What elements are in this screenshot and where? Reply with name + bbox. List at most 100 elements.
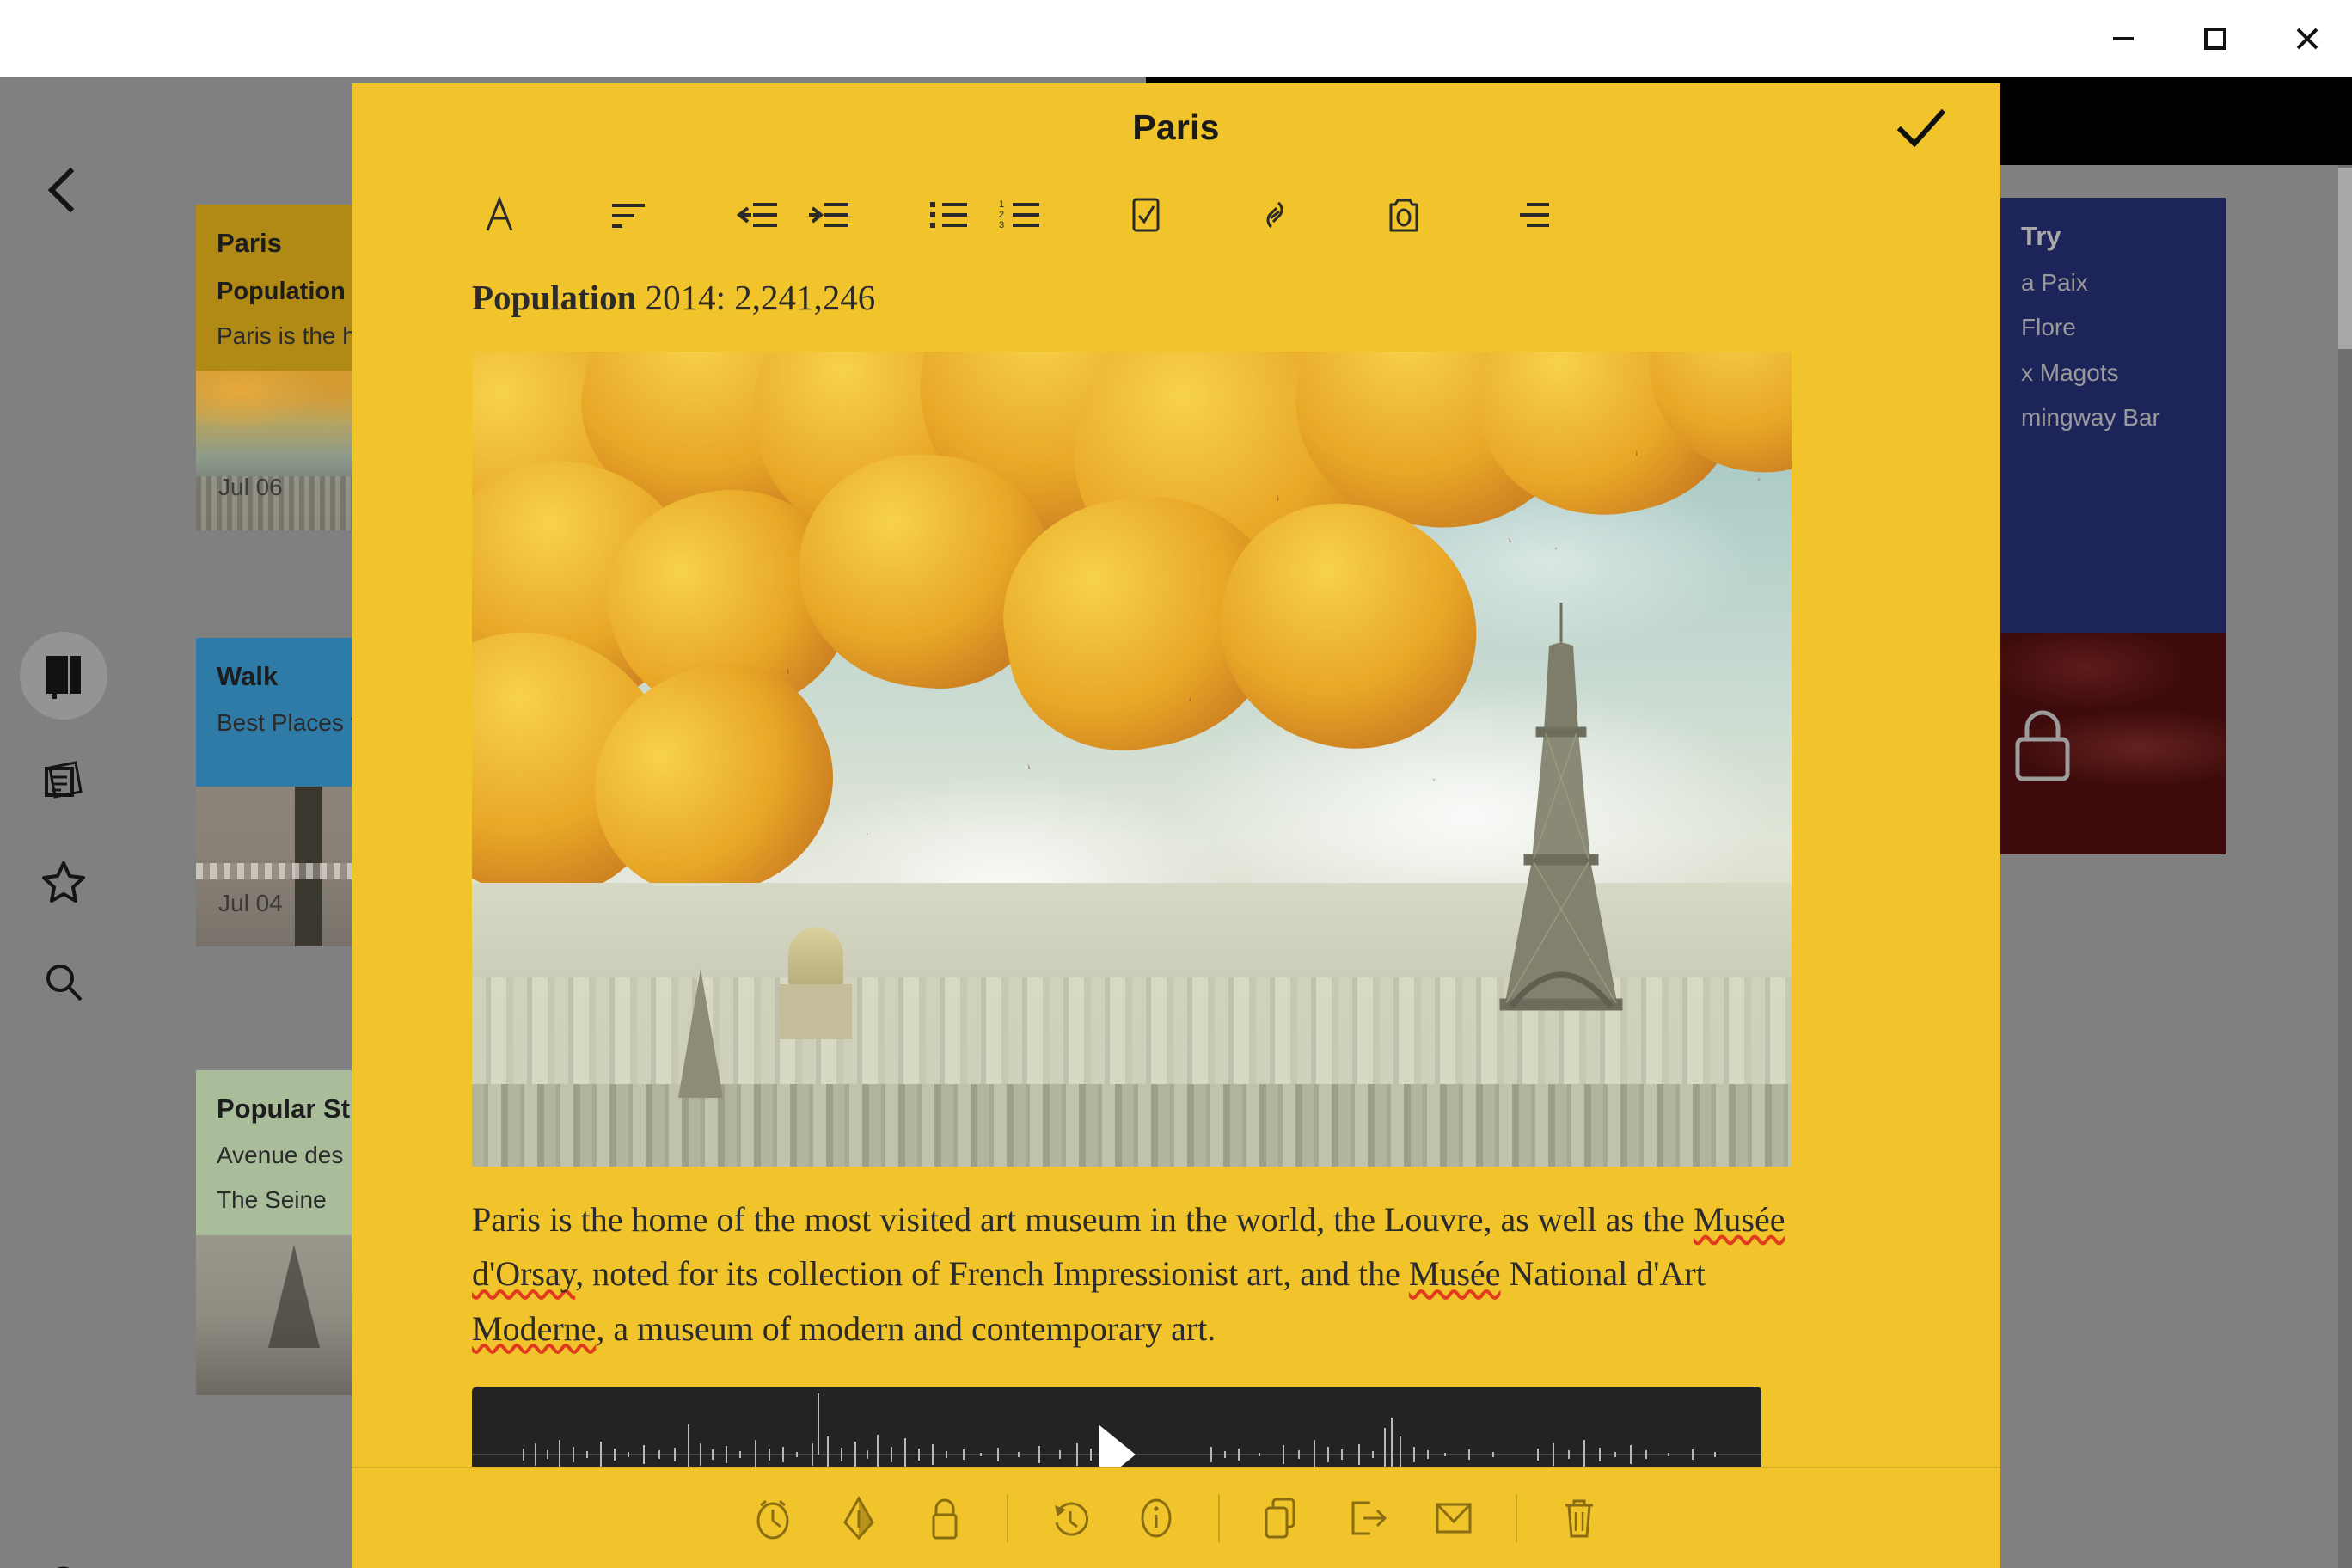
note-card-line-3: x Magots <box>2021 358 2119 386</box>
invalides-dome <box>775 928 857 1040</box>
note-card-date: Jul 04 <box>218 890 283 917</box>
audio-attachment[interactable]: 00:30 <box>472 1386 1761 1467</box>
delete-button[interactable] <box>1536 1478 1622 1559</box>
export-button[interactable] <box>1325 1478 1411 1559</box>
duplicate-icon <box>1265 1498 1295 1539</box>
play-button[interactable] <box>1094 1422 1139 1467</box>
font-icon <box>486 195 513 231</box>
info-button[interactable] <box>1113 1478 1199 1559</box>
close-icon <box>2296 28 2318 50</box>
annotate-button[interactable] <box>816 1478 902 1559</box>
note-card-line-2: Flore <box>2021 314 2076 341</box>
modal-footer-toolbar <box>352 1467 2000 1568</box>
note-paragraph[interactable]: Paris is the home of the most visited ar… <box>472 1192 1792 1356</box>
paragraph-text: Paris is the home of the most visited ar… <box>472 1200 1694 1240</box>
scrollbar-track[interactable] <box>2338 165 2352 1568</box>
sync-icon <box>57 1566 70 1568</box>
numbered-list-icon: 1 2 3 <box>999 199 1039 230</box>
info-icon <box>1141 1498 1172 1538</box>
search-icon <box>46 965 83 1001</box>
chevron-left-icon <box>47 167 75 213</box>
note-card-title: Try <box>2021 221 2061 251</box>
align-right-button[interactable] <box>1505 185 1560 245</box>
svg-text:2: 2 <box>999 210 1004 220</box>
camera-icon <box>1389 199 1418 232</box>
sidebar-item-notebooks[interactable] <box>20 632 107 720</box>
insert-photo-button[interactable] <box>1376 185 1431 245</box>
page-title: Paris <box>1132 107 1220 147</box>
font-style-button[interactable] <box>472 185 527 245</box>
misspelled-word: Musée <box>1408 1254 1501 1294</box>
note-editor-modal: Paris 1 2 3 Population 2014: 2,241,246 P… <box>352 83 2000 1568</box>
sidebar-item-notes[interactable] <box>20 735 107 823</box>
population-value: 2014: 2,241,246 <box>636 278 876 317</box>
paragraph-text: , noted for its collection of French Imp… <box>575 1254 1409 1294</box>
link-icon <box>1266 201 1283 229</box>
modal-header: Paris <box>352 83 2000 172</box>
note-card-line-0: a Paix <box>2021 268 2088 296</box>
bulleted-list-button[interactable] <box>922 185 977 245</box>
note-card-locked[interactable] <box>2000 633 2226 854</box>
close-button[interactable] <box>2262 0 2352 77</box>
population-label: Population <box>472 278 637 317</box>
insert-link-button[interactable] <box>1247 185 1302 245</box>
note-body[interactable]: Population 2014: 2,241,246 Paris is the … <box>352 258 2000 1467</box>
paragraph-text: , a museum of modern and contemporary ar… <box>596 1308 1216 1348</box>
svg-text:3: 3 <box>999 220 1004 230</box>
maximize-button[interactable] <box>2170 0 2260 77</box>
lock-icon <box>932 1498 958 1540</box>
notebook-icon <box>46 656 81 699</box>
duplicate-button[interactable] <box>1239 1478 1325 1559</box>
toolbar-divider <box>1218 1494 1220 1542</box>
email-button[interactable] <box>1411 1478 1497 1559</box>
back-button[interactable] <box>36 163 89 217</box>
misspelled-word: Moderne <box>472 1308 597 1348</box>
paragraph-align-button[interactable] <box>601 185 656 245</box>
checkbox-icon <box>1132 198 1160 232</box>
done-button[interactable] <box>1887 99 1956 157</box>
indent-icon <box>809 203 848 227</box>
history-icon <box>1055 1502 1089 1536</box>
notes-stack-icon <box>45 761 83 799</box>
pen-icon <box>843 1495 874 1540</box>
church-spire <box>678 969 723 1099</box>
trash-icon <box>1565 1499 1593 1538</box>
minimize-button[interactable] <box>2078 0 2168 77</box>
note-card-try[interactable]: Try a Paix Flore x Magots mingway Bar <box>2000 198 2226 641</box>
minimize-icon <box>2112 37 2134 40</box>
note-card-line-4: mingway Bar <box>2021 403 2160 431</box>
align-right-icon <box>1520 203 1549 227</box>
history-button[interactable] <box>1027 1478 1113 1559</box>
outdent-icon <box>736 203 777 227</box>
population-line: Population 2014: 2,241,246 <box>472 277 1897 319</box>
alarm-clock-icon <box>756 1499 789 1540</box>
toolbar-divider <box>1516 1494 1517 1542</box>
note-card-date: Jul 06 <box>218 474 283 501</box>
sync-button[interactable] <box>24 1543 103 1568</box>
lock-note-button[interactable] <box>902 1478 988 1559</box>
paragraph-text: National d'Art <box>1500 1254 1706 1294</box>
align-left-icon <box>612 204 645 228</box>
toolbar-divider <box>1007 1494 1008 1542</box>
numbered-list-button[interactable]: 1 2 3 <box>993 185 1048 245</box>
outdent-button[interactable] <box>730 185 785 245</box>
window-titlebar <box>0 0 2352 77</box>
svg-text:1: 1 <box>999 199 1004 210</box>
checkbox-list-button[interactable] <box>1118 185 1173 245</box>
bullet-list-icon <box>930 202 967 228</box>
misspelled-word: d'Orsay <box>472 1254 576 1294</box>
sidebar-item-favorites[interactable] <box>20 837 107 925</box>
export-icon <box>1351 1501 1387 1535</box>
note-hero-image[interactable] <box>472 352 1792 1167</box>
scrollbar-thumb[interactable] <box>2338 168 2352 349</box>
lock-icon <box>2015 710 2070 781</box>
sidebar-item-search[interactable] <box>20 939 107 1026</box>
maximize-icon <box>2203 28 2226 50</box>
reminder-button[interactable] <box>730 1478 816 1559</box>
indent-button[interactable] <box>801 185 856 245</box>
eiffel-tower-icon <box>1499 603 1623 1011</box>
mail-icon <box>1436 1503 1472 1534</box>
star-icon <box>42 861 85 903</box>
check-icon <box>1897 109 1945 147</box>
format-toolbar: 1 2 3 <box>352 172 2000 258</box>
